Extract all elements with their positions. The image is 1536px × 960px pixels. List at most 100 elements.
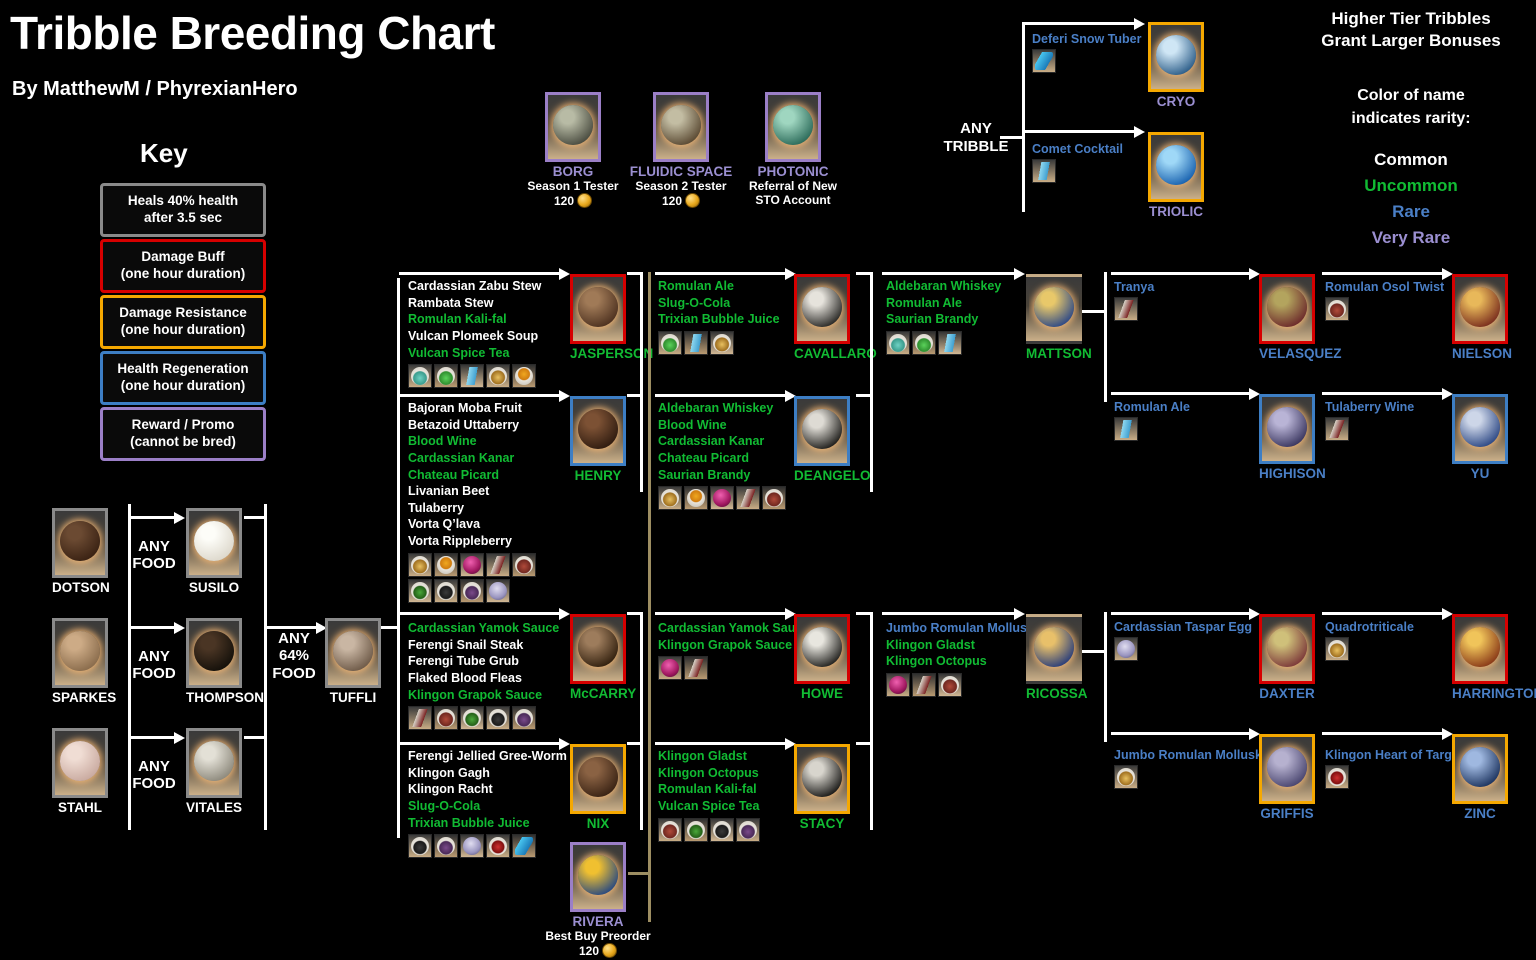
connector-line [1104,272,1107,402]
food-icon [1032,159,1056,183]
tribble-node-dotson[interactable]: DOTSON [52,508,110,595]
food-item: Klingon Heart of Targ [1325,748,1452,762]
tribble-node-cavallaro[interactable]: CAVALLARO [794,274,877,361]
tribble-node-triolic[interactable]: TRIOLIC [1148,132,1204,219]
arrow-head [559,389,570,402]
tribble-node-tuffli[interactable]: TUFFLI [325,618,381,705]
tribble-node-highison[interactable]: HIGHISON [1259,394,1326,481]
tribble-node-rivera[interactable]: RIVERA Best Buy Preorder 120 [545,842,700,959]
connector-line [640,612,643,830]
tribble-node-mccarry[interactable]: McCARRY [570,614,636,701]
tribble-node-daxter[interactable]: DAXTER [1259,614,1315,701]
food-icon [1325,417,1349,441]
food-item: Romulan Kali-fal [658,782,757,797]
rarity-label: Common [1374,150,1448,169]
tribble-image [1267,747,1307,787]
food-item: Vulcan Plomeek Soup [408,328,539,343]
tribble-node-photonic[interactable]: PHOTONIC Referral of New STO Account [749,92,895,208]
tribble-node-zinc[interactable]: ZINC [1452,734,1508,821]
tribble-node-stacy[interactable]: STACY [794,744,850,831]
arrow-head [1014,607,1025,620]
tribble-image [333,631,373,671]
tribble-node-ricossa[interactable]: RICOSSA [1026,614,1088,701]
food-icon [408,706,432,731]
food-icon [460,552,484,577]
tribble-image [1460,747,1500,787]
food-item: Romulan Ale [886,295,962,310]
tribble-image [1156,35,1196,75]
food-item: Blood Wine [658,417,727,432]
currency-icon [685,193,701,209]
food-icon-row [658,330,788,355]
tribble-node-yu[interactable]: YU [1452,394,1508,481]
food-item: Klingon Gladst [886,637,975,652]
connector-line [1111,612,1251,615]
food-icon [1114,297,1138,321]
food-item: Klingon Grapok Sauce [408,687,543,702]
food-item: Aldebaran Whiskey [886,279,1002,293]
tribble-name: VITALES [186,800,243,815]
tribble-node-mattson[interactable]: MATTSON [1026,274,1092,361]
tribble-name: HENRY [574,468,622,483]
food-item: Rambata Stew [408,295,494,310]
food-item: Klingon Racht [408,782,493,797]
tribble-node-vitales[interactable]: VITALES [186,728,242,815]
currency-icon [577,193,593,209]
connector-line [128,516,176,519]
tribble-image [802,757,842,797]
note-color-rarity: Color of name indicates rarity: [1351,87,1471,128]
tribble-node-nielson[interactable]: NIELSON [1452,274,1512,361]
food-item: Aldebaran Whiskey [658,401,774,415]
tribble-node-cryo[interactable]: CRYO [1148,22,1204,109]
connector-line [1022,22,1136,25]
tribble-portrait [1452,734,1508,804]
connector-line [1322,732,1444,735]
connector-line [627,612,643,615]
food-icon [1114,637,1138,661]
tribble-portrait [570,614,626,684]
food-item: Flaked Blood Fleas [408,670,522,685]
food-requirement: Deferi Snow Tuber [1032,32,1142,73]
tribble-portrait [1452,614,1508,684]
tribble-node-sparkes[interactable]: SPARKES [52,618,116,705]
tribble-node-howe[interactable]: HOWE [794,614,850,701]
tribble-node-stahl[interactable]: STAHL [52,728,108,815]
tribble-node-harrington[interactable]: HARRINGTON [1452,614,1536,701]
tribble-portrait [570,396,626,466]
tribble-name: HIGHISON [1259,466,1326,481]
tribble-portrait [1259,394,1315,464]
connector-line [1322,612,1444,615]
tribble-node-griffis[interactable]: GRIFFIS [1259,734,1315,821]
tribble-node-deangelo[interactable]: DEANGELO [794,396,871,483]
tribble-name: VELASQUEZ [1259,346,1342,361]
tribble-node-nix[interactable]: NIX [570,744,626,831]
key-item-health-regen: Health Regeneration (one hour duration) [100,351,266,405]
tribble-portrait [570,274,626,344]
food-requirement: Tranya [1114,280,1154,321]
food-requirement: Tulaberry Wine [1325,400,1414,441]
food-icon [512,552,536,577]
tribble-portrait [1452,394,1508,464]
tribble-node-thompson[interactable]: THOMPSON [186,618,264,705]
food-icon [684,486,708,511]
food-icon [886,672,910,697]
food-icon [886,330,910,355]
promo-connector-line [628,872,650,875]
food-icon [460,834,484,859]
tribble-image [1460,287,1500,327]
tribble-node-susilo[interactable]: SUSILO [186,508,242,595]
connector-line [870,612,873,830]
connector-line [1022,22,1025,212]
food-icon [486,552,510,577]
tribble-image [1034,627,1074,667]
connector-line [399,394,561,397]
food-icon [710,817,734,842]
food-item: Klingon Octopus [658,765,759,780]
food-icon [658,817,682,842]
tribble-image [578,627,618,667]
tribble-portrait [1026,274,1082,344]
tribble-node-henry[interactable]: HENRY [570,396,626,483]
tribble-portrait [653,92,709,162]
connector-line [1111,392,1251,395]
food-item: Klingon Octopus [886,654,987,669]
